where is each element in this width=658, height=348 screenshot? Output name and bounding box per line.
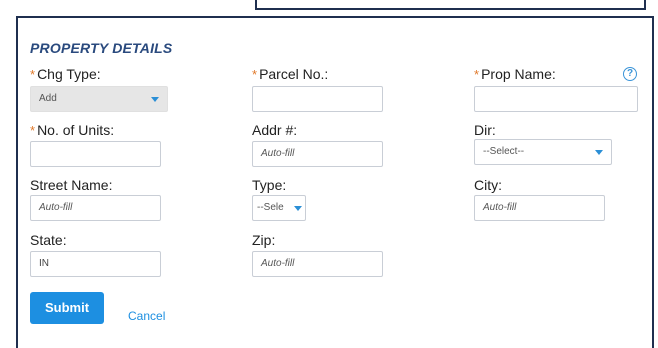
dir-label: Dir: (474, 122, 496, 138)
addr-num-input[interactable]: Auto-fill (252, 141, 383, 167)
chg-type-value: Add (39, 93, 57, 104)
city-input[interactable]: Auto-fill (474, 195, 605, 221)
required-marker: * (252, 67, 258, 82)
zip-label: Zip: (252, 232, 276, 248)
type-value: --Sele (257, 202, 284, 213)
num-units-input[interactable] (30, 141, 161, 167)
required-marker: * (30, 67, 36, 82)
state-input[interactable]: IN (30, 251, 161, 277)
cancel-link[interactable]: Cancel (128, 309, 165, 323)
frame-edge-top (255, 8, 646, 10)
parcel-no-label: * Parcel No.: (252, 66, 329, 82)
chevron-down-icon (294, 206, 302, 211)
chevron-down-icon (595, 150, 603, 155)
parcel-no-input[interactable] (252, 86, 383, 112)
submit-button[interactable]: Submit (30, 292, 104, 324)
prop-name-input[interactable] (474, 86, 638, 112)
zip-input[interactable]: Auto-fill (252, 251, 383, 277)
chevron-down-icon (151, 97, 159, 102)
type-select[interactable]: --Sele (252, 195, 306, 221)
required-marker: * (474, 67, 480, 82)
addr-num-label: Addr #: (252, 122, 298, 138)
type-label: Type: (252, 177, 287, 193)
chg-type-select[interactable]: Add (30, 86, 168, 112)
city-label: City: (474, 177, 502, 193)
num-units-label: * No. of Units: (30, 122, 115, 138)
dir-value: --Select-- (483, 146, 525, 157)
help-icon[interactable]: ? (623, 67, 637, 81)
dir-select[interactable]: --Select-- (474, 139, 612, 165)
prop-name-label: * Prop Name: (474, 66, 556, 82)
chg-type-label: * Chg Type: (30, 66, 101, 82)
state-label: State: (30, 232, 67, 248)
section-title: PROPERTY DETAILS (30, 40, 173, 56)
street-name-input[interactable]: Auto-fill (30, 195, 161, 221)
required-marker: * (30, 123, 36, 138)
street-name-label: Street Name: (30, 177, 113, 193)
